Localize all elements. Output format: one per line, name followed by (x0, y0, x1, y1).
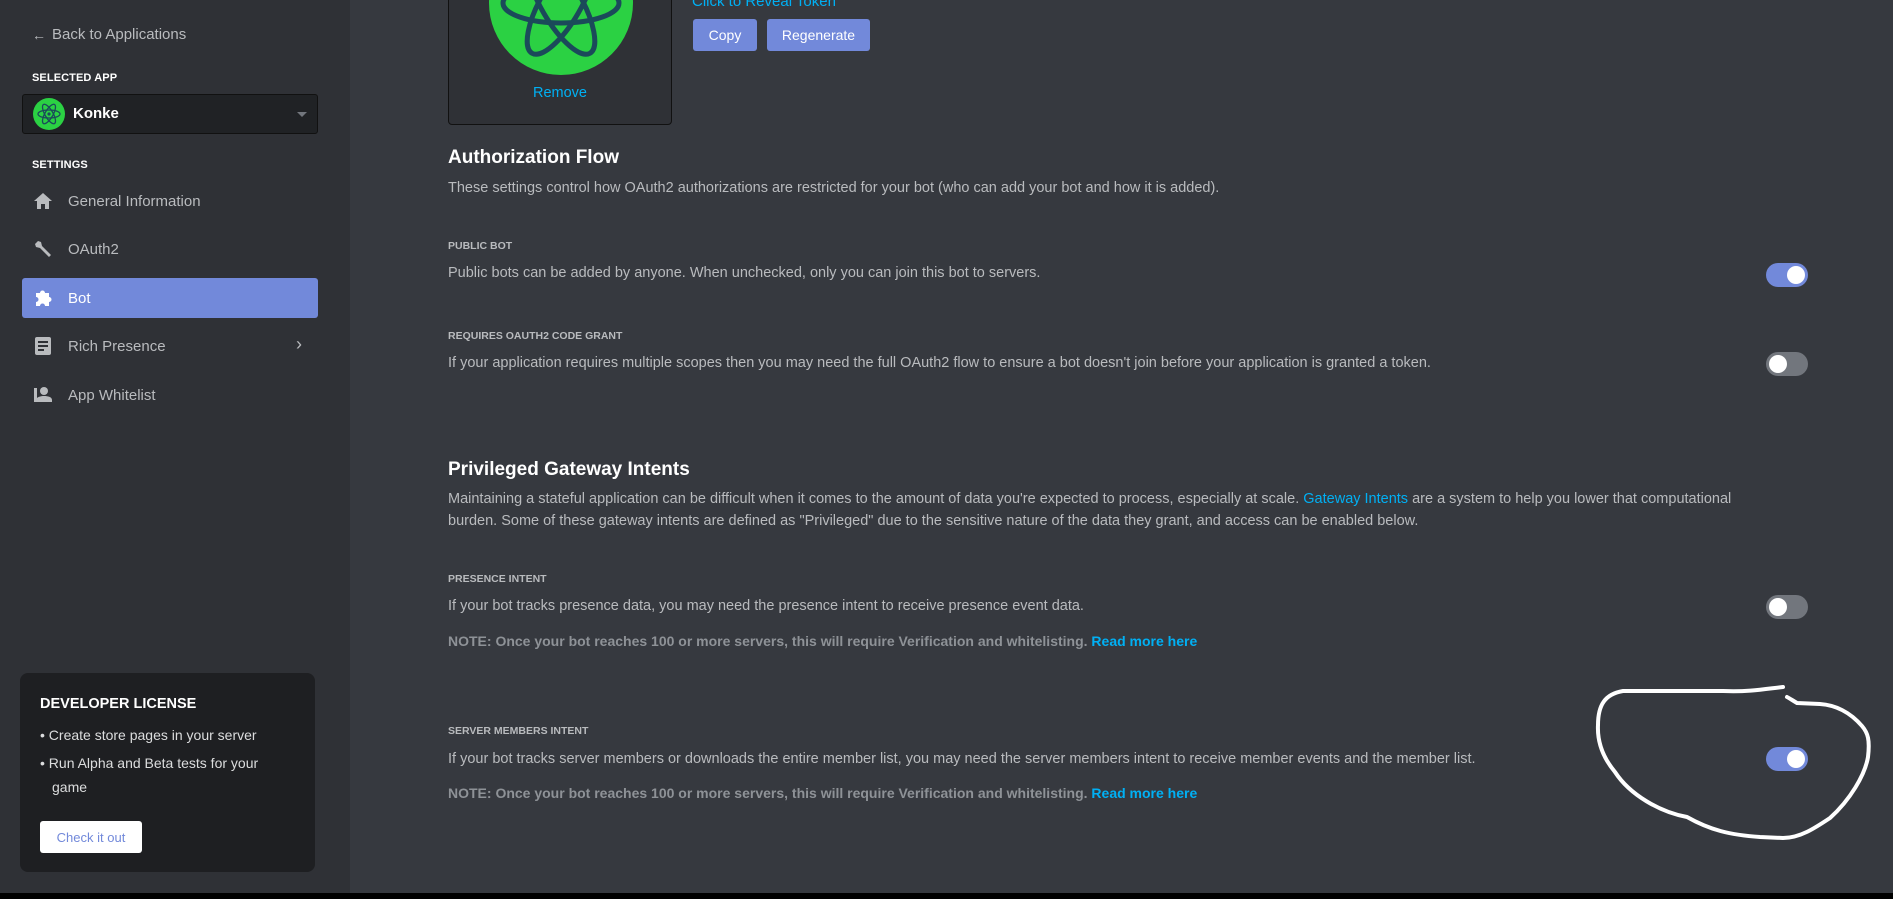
app-icon-box: Remove (448, 0, 672, 125)
public-bot-description: Public bots can be added by anyone. When… (448, 265, 1041, 281)
presence-intent-description: If your bot tracks presence data, you ma… (448, 598, 1084, 614)
authorization-flow-title: Authorization Flow (448, 147, 619, 168)
home-icon (32, 190, 54, 212)
bottom-bar (0, 893, 1893, 899)
app-select-dropdown[interactable]: Konke (22, 94, 318, 134)
public-bot-label: PUBLIC BOT (448, 240, 513, 252)
license-bullet: • Run Alpha and Beta tests for your game (40, 755, 259, 795)
remove-avatar-link[interactable]: Remove (449, 85, 671, 101)
privileged-intents-description: Maintaining a stateful application can b… (448, 491, 1732, 507)
presence-intent-label: PRESENCE INTENT (448, 573, 547, 585)
regenerate-token-button[interactable]: Regenerate (767, 19, 870, 51)
code-grant-label: REQUIRES OAUTH2 CODE GRANT (448, 330, 623, 342)
sidebar: ← Back to Applications SELECTED APP Konk… (0, 0, 350, 893)
license-bullet: • Create store pages in your server (40, 727, 257, 743)
reveal-token-link[interactable]: Click to Reveal Token (692, 0, 836, 10)
app-avatar-icon (33, 98, 65, 130)
chevron-right-icon: › (296, 334, 302, 354)
license-title: DEVELOPER LICENSE (40, 696, 197, 712)
public-bot-toggle[interactable] (1766, 263, 1808, 287)
privileged-intents-description-line2: burden. Some of these gateway intents ar… (448, 513, 1419, 529)
code-grant-description: If your application requires multiple sc… (448, 355, 1431, 371)
arrow-left-icon: ← (32, 26, 46, 43)
sidebar-item-bot[interactable]: Bot (22, 278, 318, 318)
copy-token-button[interactable]: Copy (693, 19, 757, 51)
chevron-down-icon (297, 112, 307, 117)
presence-intent-toggle[interactable] (1766, 595, 1808, 619)
server-members-intent-label: SERVER MEMBERS INTENT (448, 725, 589, 737)
server-members-intent-description: If your bot tracks server members or dow… (448, 751, 1476, 767)
settings-heading: SETTINGS (32, 159, 88, 171)
server-members-intent-note: NOTE: Once your bot reaches 100 or more … (448, 785, 1198, 801)
document-icon (32, 335, 54, 357)
privileged-intents-title: Privileged Gateway Intents (448, 459, 690, 480)
code-grant-toggle[interactable] (1766, 352, 1808, 376)
sidebar-item-general-information[interactable]: General Information (22, 181, 318, 221)
sidebar-item-rich-presence[interactable]: Rich Presence › (22, 326, 318, 366)
selected-app-name: Konke (73, 105, 119, 122)
back-to-applications-link[interactable]: ← Back to Applications (32, 26, 186, 43)
sidebar-item-app-whitelist[interactable]: App Whitelist (22, 375, 318, 415)
developer-license-card: DEVELOPER LICENSE • Create store pages i… (20, 673, 315, 872)
app-icon-image[interactable] (488, 0, 634, 76)
gateway-intents-link[interactable]: Gateway Intents (1303, 491, 1408, 507)
server-members-intent-toggle[interactable] (1766, 747, 1808, 771)
check-it-out-button[interactable]: Check it out (40, 821, 142, 853)
selected-app-heading: SELECTED APP (32, 72, 118, 84)
person-icon (32, 384, 54, 406)
read-more-link[interactable]: Read more here (1091, 785, 1197, 801)
puzzle-icon (32, 287, 54, 309)
presence-intent-note: NOTE: Once your bot reaches 100 or more … (448, 633, 1198, 649)
sidebar-item-oauth2[interactable]: OAuth2 (22, 229, 318, 269)
authorization-flow-description: These settings control how OAuth2 author… (448, 180, 1220, 196)
wrench-icon (32, 238, 54, 260)
read-more-link[interactable]: Read more here (1091, 633, 1197, 649)
